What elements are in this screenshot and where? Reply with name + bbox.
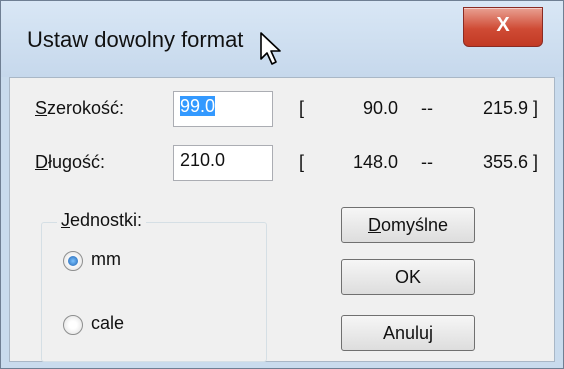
dialog-title: Ustaw dowolny format [27,27,244,52]
units-group-title: Jednostki: [57,210,147,231]
width-range-min: 90.0 [363,98,399,118]
width-input-value: 99.0 [180,96,216,116]
width-range-max: 215.9 ] [483,98,539,118]
length-input[interactable]: 210.0 [173,145,273,181]
close-button[interactable]: X [463,7,543,47]
length-range-dash: -- [421,152,433,172]
units-group [41,222,267,362]
length-label: Długość: [35,152,106,172]
length-range-min: 148.0 [353,152,399,172]
mouse-cursor-icon [260,32,281,65]
width-range-open: [ [299,98,305,118]
radio-cale-label[interactable]: cale [91,313,124,334]
radio-mm[interactable] [63,251,83,271]
close-icon: X [496,14,510,36]
cancel-button[interactable]: Anuluj [341,315,475,351]
width-range-dash: -- [421,98,433,118]
radio-mm-label[interactable]: mm [91,249,121,270]
ok-button[interactable]: OK [341,259,475,295]
length-range-open: [ [299,152,305,172]
length-range-max: 355.6 ] [483,152,539,172]
dialog-window: Ustaw dowolny format X Szerokość: 99.0 [… [0,0,564,369]
radio-cale[interactable] [63,315,83,335]
defaults-button-label: Domyślne [367,214,449,235]
width-input[interactable]: 99.0 [173,91,273,127]
length-input-value: 210.0 [180,150,226,170]
width-label: Szerokość: [35,98,125,118]
defaults-button[interactable]: Domyślne [341,207,475,243]
